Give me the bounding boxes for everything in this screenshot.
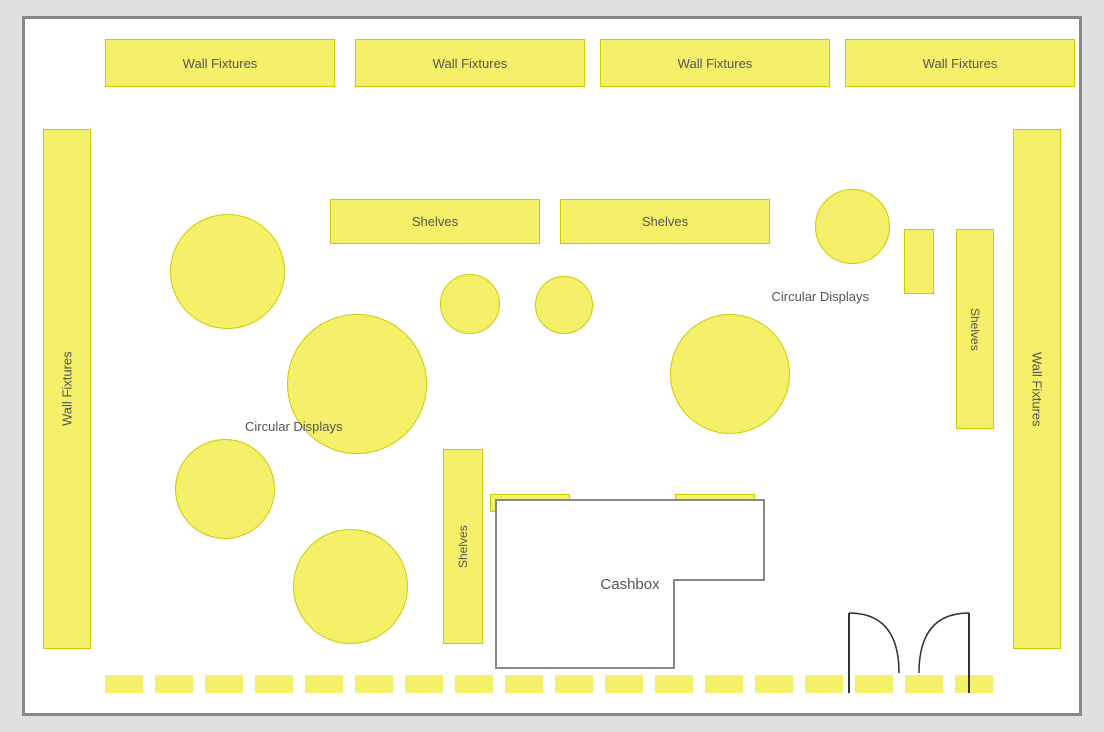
door	[829, 603, 989, 693]
wall-fixture-top-4-label: Wall Fixtures	[923, 56, 998, 71]
circular-displays-label-right: Circular Displays	[771, 289, 869, 304]
shelves-vertical-center-label: Shelves	[456, 525, 470, 568]
shelves-top-2-label: Shelves	[642, 214, 688, 229]
circular-displays-right-text: Circular Displays	[771, 289, 869, 304]
shelves-right-label: Shelves	[968, 308, 982, 351]
shelves-top-1: Shelves	[330, 199, 540, 244]
circular-displays-label-left: Circular Displays	[245, 419, 343, 434]
wall-fixture-top-1-label: Wall Fixtures	[183, 56, 258, 71]
circular-display-medium-lower-left	[175, 439, 275, 539]
wall-fixture-left-label: Wall Fixtures	[60, 352, 75, 427]
circular-display-large-top-left	[170, 214, 285, 329]
cashbox-extension	[673, 579, 765, 669]
shelves-top-2: Shelves	[560, 199, 770, 244]
circular-display-top-right	[815, 189, 890, 264]
shelves-vertical-center: Shelves	[443, 449, 483, 644]
circular-display-small-1	[440, 274, 500, 334]
wall-fixture-top-3-label: Wall Fixtures	[678, 56, 753, 71]
wall-fixture-left: Wall Fixtures	[43, 129, 91, 649]
shelves-right-vertical: Shelves	[956, 229, 994, 429]
circular-display-large-right	[670, 314, 790, 434]
wall-fixture-right: Wall Fixtures	[1013, 129, 1061, 649]
circular-display-large-bottom	[293, 529, 408, 644]
shelves-top-1-label: Shelves	[412, 214, 458, 229]
cashbox-label: Cashbox	[600, 576, 659, 593]
wall-fixture-top-3: Wall Fixtures	[600, 39, 830, 87]
wall-fixture-top-1: Wall Fixtures	[105, 39, 335, 87]
small-fixture-top-right	[904, 229, 934, 294]
floor-plan: Wall Fixtures Wall Fixtures Wall Fixture…	[22, 16, 1082, 716]
circular-displays-left-text: Circular Displays	[245, 419, 343, 434]
wall-fixture-top-2: Wall Fixtures	[355, 39, 585, 87]
wall-fixture-top-4: Wall Fixtures	[845, 39, 1075, 87]
wall-fixture-right-label: Wall Fixtures	[1030, 352, 1045, 427]
circular-display-small-2	[535, 276, 593, 334]
wall-fixture-top-2-label: Wall Fixtures	[433, 56, 508, 71]
